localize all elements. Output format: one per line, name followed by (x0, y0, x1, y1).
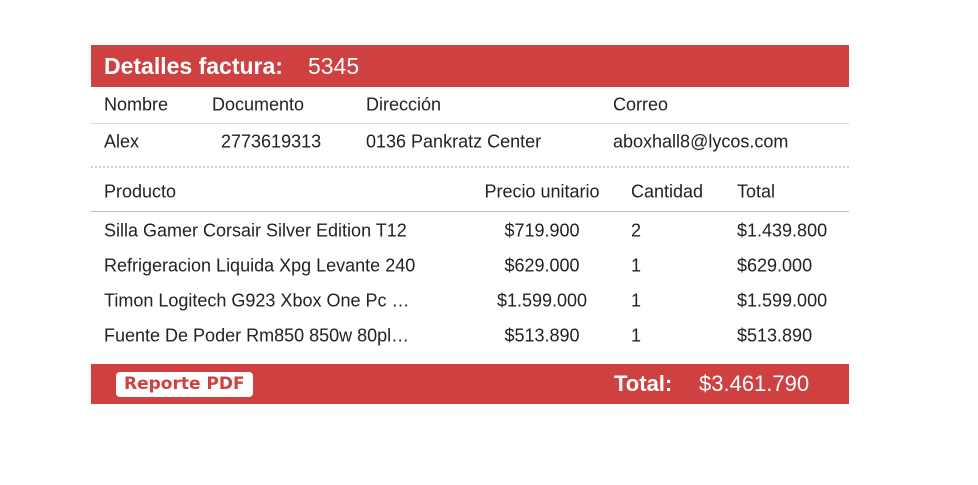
products-col-total: Total (737, 181, 776, 202)
product-unit-price: $629.000 (504, 255, 580, 275)
invoice-footer: Reporte PDF Total: $3.461.790 (91, 364, 849, 404)
client-header-row: Nombre Documento Dirección Correo (91, 87, 849, 124)
client-name: Alex (104, 131, 140, 152)
product-total: $629.000 (737, 255, 813, 275)
invoice-title: Detalles factura: (104, 52, 283, 79)
table-row: Fuente De Poder Rm850 850w 80pl… $513.89… (91, 318, 849, 353)
products-table: Producto Precio unitario Cantidad Total … (91, 168, 849, 364)
grand-total-value: $3.461.790 (699, 371, 810, 396)
invoice-number: 5345 (307, 52, 360, 79)
product-unit-price: $513.890 (504, 325, 580, 345)
product-name: Timon Logitech G923 Xbox One Pc … (104, 290, 410, 310)
product-unit-price: $719.900 (504, 220, 580, 240)
products-col-unit-price: Precio unitario (484, 181, 600, 202)
invoice-card: Detalles factura: 5345 Nombre Documento … (91, 45, 849, 404)
client-col-address: Dirección (366, 94, 442, 115)
client-email: aboxhall8@lycos.com (613, 131, 789, 152)
table-row: Timon Logitech G923 Xbox One Pc … $1.599… (91, 283, 849, 318)
products-header-row: Producto Precio unitario Cantidad Total (91, 173, 849, 212)
product-total: $1.599.000 (737, 290, 828, 310)
product-name: Silla Gamer Corsair Silver Edition T12 (104, 220, 407, 240)
pdf-report-button[interactable]: Reporte PDF (116, 372, 253, 397)
client-values-row: Alex 2773619313 0136 Pankratz Center abo… (91, 124, 849, 160)
product-name: Refrigeracion Liquida Xpg Levante 240 (104, 255, 416, 275)
client-address: 0136 Pankratz Center (366, 131, 542, 152)
product-quantity: 1 (631, 290, 642, 310)
products-col-quantity: Cantidad (631, 181, 704, 202)
invoice-header: Detalles factura: 5345 (91, 45, 849, 87)
client-table: Nombre Documento Dirección Correo Alex 2… (91, 87, 849, 166)
product-quantity: 1 (631, 325, 642, 345)
product-total: $513.890 (737, 325, 813, 345)
products-col-product: Producto (104, 181, 177, 202)
table-row: Refrigeracion Liquida Xpg Levante 240 $6… (91, 248, 849, 283)
client-col-document: Documento (212, 94, 305, 115)
client-document: 2773619313 (221, 131, 322, 152)
grand-total-label: Total: (614, 371, 673, 396)
product-name: Fuente De Poder Rm850 850w 80pl… (104, 325, 410, 345)
product-quantity: 2 (631, 220, 642, 240)
product-unit-price: $1.599.000 (496, 290, 588, 310)
product-quantity: 1 (631, 255, 642, 275)
product-total: $1.439.800 (737, 220, 828, 240)
client-col-email: Correo (613, 94, 669, 115)
table-row: Silla Gamer Corsair Silver Edition T12 $… (91, 213, 849, 248)
client-col-name: Nombre (104, 94, 169, 115)
